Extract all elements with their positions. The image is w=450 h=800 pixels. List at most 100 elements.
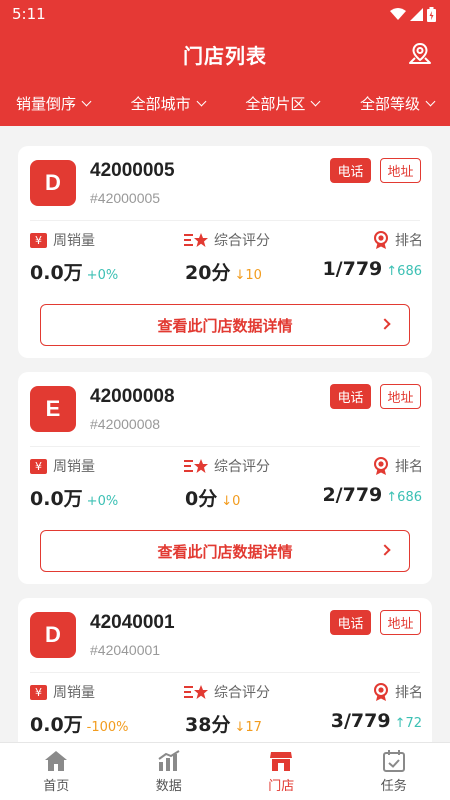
chevron-down-icon <box>196 96 207 106</box>
filter-city-label: 全部城市 <box>130 94 191 113</box>
tab-stores[interactable]: 门店 <box>225 743 338 800</box>
chevron-down-icon <box>81 96 92 106</box>
rating-value: 20分 ↓10 <box>185 262 262 284</box>
status-bar: 5:11 <box>0 0 450 28</box>
filter-level-label: 全部等级 <box>359 94 420 113</box>
rating-header: 综合评分 <box>184 456 270 476</box>
weekly-sales-value: 0.0万 -100% <box>30 714 129 736</box>
tab-data-label: 数据 <box>155 778 182 794</box>
phone-button[interactable]: 电话 <box>330 158 371 183</box>
home-icon <box>45 750 68 771</box>
rating-value: 0分 ↓0 <box>185 488 241 510</box>
map-pin-icon <box>409 42 431 64</box>
rating-star-icon <box>184 685 208 699</box>
bar-chart-icon <box>158 749 180 771</box>
rank-value: 2/779 ↑686 <box>322 484 422 506</box>
status-icons <box>390 6 436 22</box>
sales-change: -100% <box>86 720 129 735</box>
rank-change: ↑686 <box>386 490 422 505</box>
detail-button-label: 查看此门店数据详情 <box>157 316 293 335</box>
weekly-sales-label: 周销量 <box>53 233 95 249</box>
store-list[interactable]: D 42000005 #42000005 电话 地址 ¥ 周销量 综合评分 排名… <box>0 126 450 742</box>
rank-label: 排名 <box>395 685 423 701</box>
chevron-right-icon <box>379 544 391 556</box>
rating-star-icon <box>184 459 208 473</box>
rating-label: 综合评分 <box>214 685 270 701</box>
signal-icon <box>410 7 423 21</box>
app-bar: 门店列表 <box>0 28 450 80</box>
page-title: 门店列表 <box>183 43 267 68</box>
score-change: ↓0 <box>221 494 241 509</box>
store-name: 42040001 <box>90 612 175 633</box>
store-code: #42040001 <box>90 642 161 658</box>
view-store-detail-button[interactable]: 查看此门店数据详情 <box>40 530 410 572</box>
medal-icon <box>374 231 388 249</box>
weekly-sales-label: 周销量 <box>53 685 95 701</box>
rating-label: 综合评分 <box>214 233 270 249</box>
score-change: ↓17 <box>234 720 262 735</box>
rank-change: ↑686 <box>386 264 422 279</box>
card-divider <box>30 446 420 447</box>
card-divider <box>30 220 420 221</box>
medal-icon <box>374 683 388 701</box>
filter-area[interactable]: 全部片区 <box>245 93 321 114</box>
store-level-badge: D <box>30 160 76 206</box>
phone-button[interactable]: 电话 <box>330 384 371 409</box>
store-name: 42000008 <box>90 386 175 407</box>
filter-sort[interactable]: 销量倒序 <box>16 93 92 114</box>
address-button[interactable]: 地址 <box>380 384 421 409</box>
weekly-sales-label: 周销量 <box>53 459 95 475</box>
tab-data[interactable]: 数据 <box>113 743 226 800</box>
sales-change: +0% <box>86 268 119 283</box>
weekly-sales-value: 0.0万 +0% <box>30 262 119 284</box>
store-code: #42000005 <box>90 190 161 206</box>
rating-label: 综合评分 <box>214 459 270 475</box>
status-time: 5:11 <box>12 5 46 23</box>
rank-label: 排名 <box>395 233 423 249</box>
filter-sort-label: 销量倒序 <box>16 94 77 113</box>
rank-label: 排名 <box>395 459 423 475</box>
calendar-check-icon <box>382 749 405 772</box>
rating-header: 综合评分 <box>184 682 270 702</box>
store-card: D 42040001 #42040001 电话 地址 ¥ 周销量 综合评分 排名… <box>18 598 432 742</box>
yen-icon: ¥ <box>30 232 47 248</box>
filter-bar: 销量倒序 全部城市 全部片区 全部等级 <box>0 80 450 126</box>
card-divider <box>30 672 420 673</box>
rank-value: 1/779 ↑686 <box>322 258 422 280</box>
address-button[interactable]: 地址 <box>380 158 421 183</box>
map-location-button[interactable] <box>406 40 434 68</box>
rating-star-icon <box>184 233 208 247</box>
rank-header: 排名 <box>373 456 423 476</box>
store-level-badge: D <box>30 612 76 658</box>
weekly-sales-header: ¥ 周销量 <box>30 456 95 476</box>
bottom-tab-bar: 首页 数据 门店 任务 <box>0 742 450 800</box>
phone-button[interactable]: 电话 <box>330 610 371 635</box>
weekly-sales-header: ¥ 周销量 <box>30 230 95 250</box>
battery-icon <box>427 6 436 22</box>
yen-icon: ¥ <box>30 458 47 474</box>
chevron-right-icon <box>379 318 391 330</box>
sales-change: +0% <box>86 494 119 509</box>
store-level-badge: E <box>30 386 76 432</box>
yen-icon: ¥ <box>30 684 47 700</box>
score-change: ↓10 <box>234 268 262 283</box>
address-button[interactable]: 地址 <box>380 610 421 635</box>
rating-value: 38分 ↓17 <box>185 714 262 736</box>
filter-area-label: 全部片区 <box>245 94 306 113</box>
chevron-down-icon <box>310 96 321 106</box>
rank-value: 3/779 ↑72 <box>330 710 422 732</box>
view-store-detail-button[interactable]: 查看此门店数据详情 <box>40 304 410 346</box>
store-icon <box>270 751 293 771</box>
tab-tasks[interactable]: 任务 <box>338 743 450 800</box>
tab-stores-label: 门店 <box>268 778 295 794</box>
filter-city[interactable]: 全部城市 <box>130 93 207 114</box>
rank-header: 排名 <box>373 682 423 702</box>
weekly-sales-value: 0.0万 +0% <box>30 488 119 510</box>
tab-home[interactable]: 首页 <box>0 743 113 800</box>
chevron-down-icon <box>425 96 436 106</box>
filter-level[interactable]: 全部等级 <box>359 93 436 114</box>
store-code: #42000008 <box>90 416 161 432</box>
rank-change: ↑72 <box>394 716 422 731</box>
store-card: E 42000008 #42000008 电话 地址 ¥ 周销量 综合评分 排名… <box>18 372 432 584</box>
rank-header: 排名 <box>373 230 423 250</box>
